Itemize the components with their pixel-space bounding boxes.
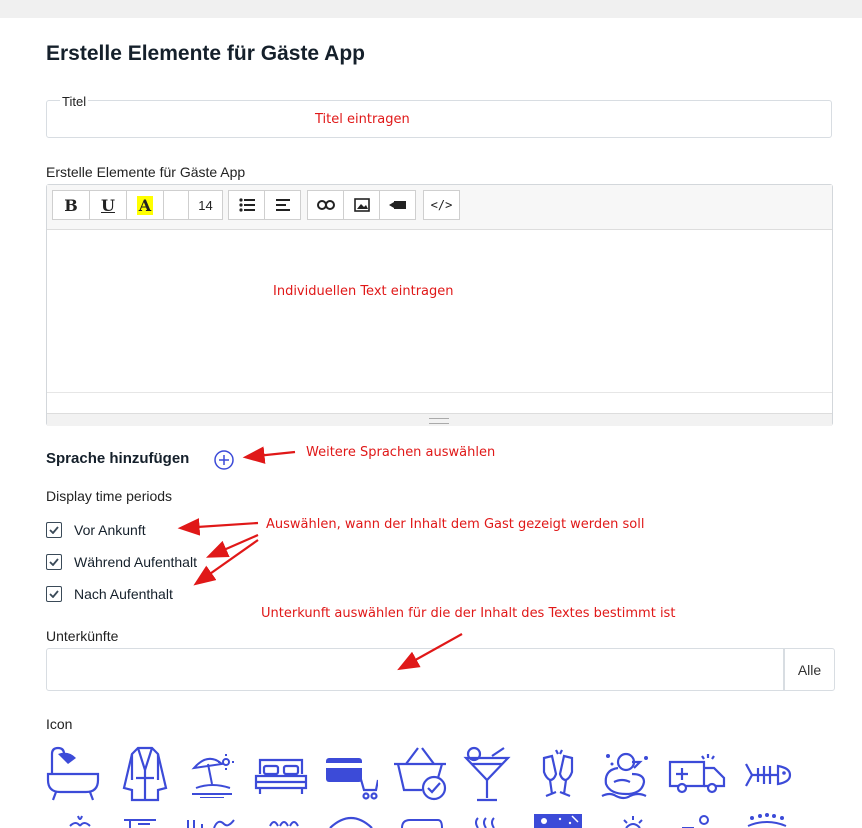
basket-check-icon[interactable] [392,746,448,802]
card-cart-icon[interactable] [324,754,378,800]
bathrobe-icon[interactable] [122,746,168,802]
heater-icon[interactable] [266,818,300,828]
cocktail-icon[interactable] [462,746,512,802]
toiletries-icon[interactable] [184,816,240,828]
plate-icon[interactable] [326,812,376,828]
icon-label: Icon [46,716,73,732]
arrow-sprachen [242,446,296,464]
bed-icon[interactable] [254,756,308,796]
annotation-arrows [177,446,463,671]
night-window-icon[interactable] [532,812,584,828]
bathtub-icon[interactable] [46,746,100,802]
ambulance-icon[interactable] [668,752,726,796]
hotel-stars-icon[interactable] [744,812,790,828]
wellness-icon[interactable] [680,814,716,828]
ticket-icon[interactable] [398,818,444,828]
steam-icon[interactable] [472,816,500,828]
champagne-icon[interactable] [538,748,578,800]
arrow-nach [193,539,259,586]
fish-bone-icon[interactable] [744,758,792,792]
sunrise-icon[interactable] [618,814,648,828]
towel-rack-icon[interactable] [120,816,160,828]
fountain-icon[interactable] [60,812,100,828]
rubber-duck-icon[interactable] [600,748,656,800]
arrow-vor-ankunft [177,518,259,536]
arrow-unterkunft [397,633,463,671]
beach-umbrella-icon[interactable] [190,752,234,798]
